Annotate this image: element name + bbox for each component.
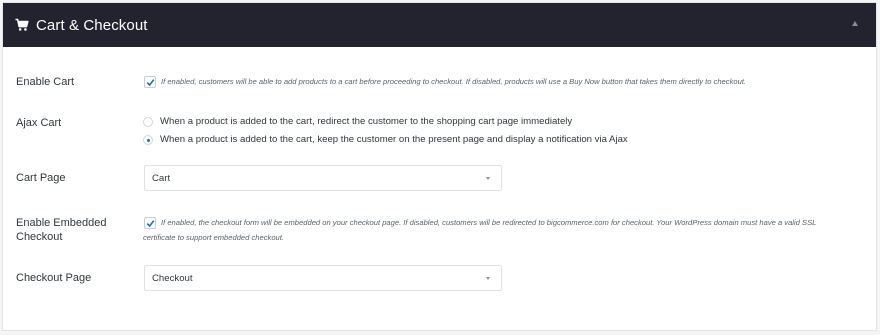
enable-cart-checkbox[interactable] — [144, 76, 156, 88]
panel-title: Cart & Checkout — [36, 16, 148, 34]
cart-icon — [15, 18, 29, 32]
checkout-page-select[interactable]: Checkout — [144, 265, 502, 291]
embedded-checkout-label-line1: Enable Embedded — [16, 217, 107, 229]
checkout-page-select-value: Checkout — [152, 273, 193, 284]
ajax-cart-radio-redirect[interactable] — [143, 117, 153, 127]
radio-selected-dot — [146, 138, 150, 142]
embedded-checkout-checkbox[interactable] — [144, 217, 156, 229]
checkmark-icon — [146, 79, 155, 87]
panel-header[interactable]: Cart & Checkout — [3, 3, 876, 47]
embedded-checkout-help-line2: certificate to support embedded checkout… — [143, 233, 284, 242]
cart-page-label: Cart Page — [16, 172, 66, 184]
dropdown-arrow-icon — [486, 177, 490, 180]
embedded-checkout-help-line1: If enabled, the checkout form will be em… — [161, 218, 817, 227]
checkmark-icon — [146, 220, 155, 228]
ajax-cart-radio-notify[interactable] — [143, 135, 153, 145]
dropdown-arrow-icon — [486, 277, 490, 280]
chevron-up-icon[interactable] — [852, 21, 858, 26]
cart-page-select-value: Cart — [152, 173, 171, 184]
ajax-cart-option-redirect[interactable]: When a product is added to the cart, red… — [160, 116, 572, 128]
ajax-cart-label: Ajax Cart — [16, 117, 62, 129]
checkout-page-label: Checkout Page — [16, 272, 92, 284]
enable-cart-help: If enabled, customers will be able to ad… — [161, 77, 747, 86]
cart-page-select[interactable]: Cart — [144, 165, 502, 191]
cart-checkout-panel: Cart & Checkout Enable Cart If enabled, … — [2, 2, 877, 331]
embedded-checkout-label-line2: Checkout — [16, 231, 63, 243]
enable-cart-label: Enable Cart — [16, 76, 75, 88]
embedded-checkout-label: Enable Embedded Checkout — [16, 216, 107, 244]
ajax-cart-option-notify[interactable]: When a product is added to the cart, kee… — [160, 134, 628, 146]
